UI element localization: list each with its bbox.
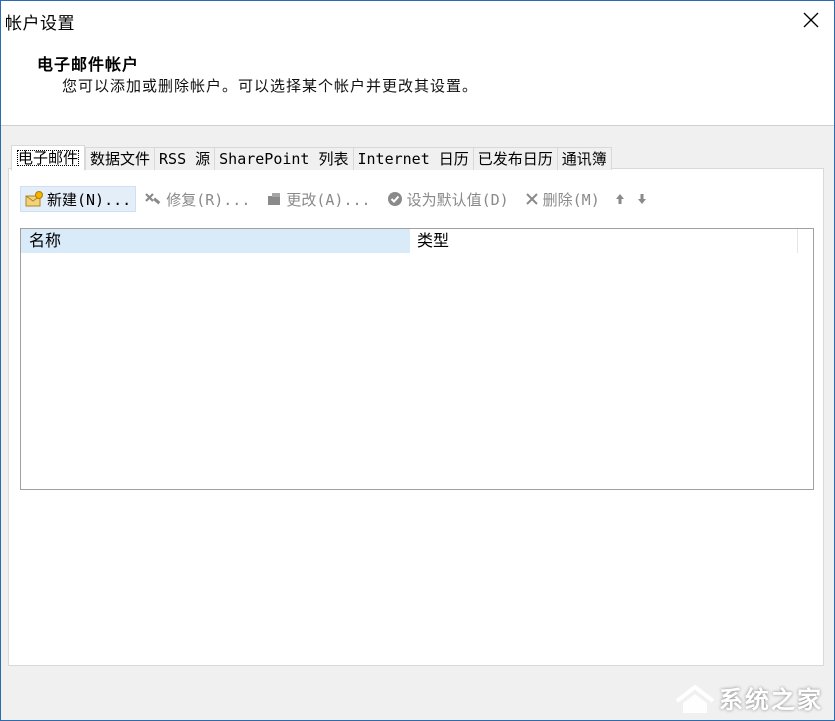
watermark-text: 系统之家 [719,686,823,714]
close-icon [803,12,819,28]
set-default-label: 设为默认值(D) [406,190,509,209]
account-toolbar: 新建(N)... 修复(R)... 更改(A)... 设为默认值(D) 删除(M… [20,186,656,212]
window-title: 帐户设置 [5,14,75,34]
close-button[interactable] [788,1,834,39]
change-icon [268,193,281,205]
remove-button[interactable]: 删除(M) [521,187,604,211]
title-bar: 帐户设置 [1,1,834,39]
new-account-button[interactable]: 新建(N)... [20,186,137,212]
tab-internet-calendars[interactable]: Internet 日历 [352,147,473,170]
repair-button[interactable]: 修复(R)... [140,187,254,211]
tab-email-label: 电子邮件 [17,149,80,167]
tab-address-books[interactable]: 通讯簿 [556,147,612,170]
repair-tools-icon [145,193,161,205]
set-default-button[interactable]: 设为默认值(D) [383,187,513,211]
page-description: 您可以添加或删除帐户。可以选择某个帐户并更改其设置。 [62,77,479,95]
checkmark-circle-icon [387,192,402,206]
watermark-logo-icon [675,683,715,713]
new-account-icon [25,191,43,207]
change-button[interactable]: 更改(A)... [262,187,374,211]
new-account-label: 新建(N)... [47,190,132,209]
arrow-up-icon [615,194,624,204]
page-title: 电子邮件帐户 [37,55,140,74]
remove-label: 删除(M) [542,190,600,209]
change-label: 更改(A)... [286,190,371,209]
tab-email[interactable]: 电子邮件 [11,145,86,171]
tab-published-calendars[interactable]: 已发布日历 [472,147,557,170]
column-header-type[interactable]: 类型 [410,229,798,253]
tab-rss-feeds[interactable]: RSS 源 [154,147,215,170]
move-down-button[interactable] [634,187,650,211]
header-panel: 电子邮件帐户 您可以添加或删除帐户。可以选择某个帐户并更改其设置。 [1,39,834,126]
delete-x-icon [525,193,538,205]
column-header-name[interactable]: 名称 [21,229,410,253]
site-watermark: 系统之家 [673,680,823,715]
repair-label: 修复(R)... [166,190,251,209]
arrow-down-icon [637,194,646,204]
tab-sharepoint-lists[interactable]: SharePoint 列表 [214,147,353,170]
account-list[interactable]: 名称 类型 [20,228,814,490]
move-up-button[interactable] [612,187,628,211]
tab-strip: 电子邮件 数据文件 RSS 源 SharePoint 列表 Internet 日… [11,145,612,171]
tab-data-files[interactable]: 数据文件 [85,147,155,170]
list-header: 名称 类型 [21,229,813,254]
